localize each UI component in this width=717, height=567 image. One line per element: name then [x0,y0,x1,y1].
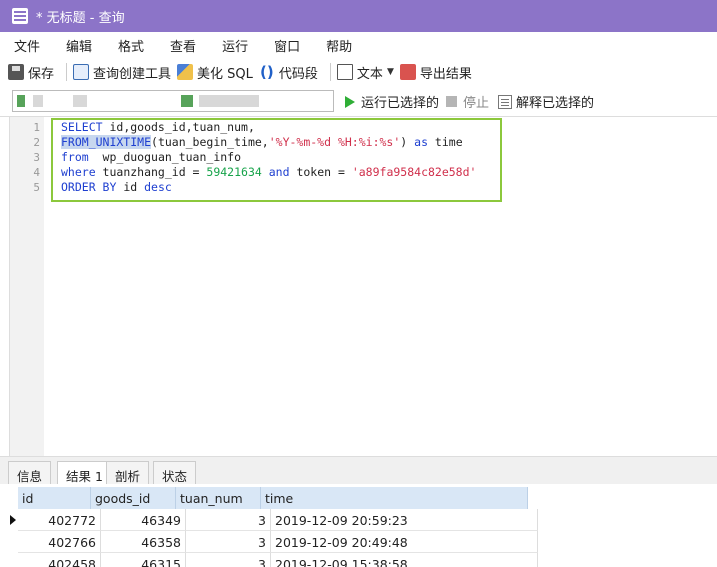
tab-result-1[interactable]: 结果 1 [57,461,112,486]
grid-header: id goods_id tuan_num time [18,487,528,509]
connection-icon [17,95,25,107]
play-icon [345,95,355,108]
line-number: 1 [33,121,40,134]
run-selected-label: 运行已选择的 [361,96,440,111]
table-row[interactable]: 402766 46358 3 2019-12-09 20:49:48 [8,531,538,553]
menu-bar: 文件 编辑 格式 查看 运行 窗口 帮助 [0,32,717,58]
redacted-block [33,95,43,107]
code-highlight-box [51,118,502,202]
line-number: 3 [33,151,40,164]
run-selected-button[interactable]: 运行已选择的 [345,92,439,111]
menu-edit[interactable]: 编辑 [56,36,102,55]
toolbar-separator [66,63,68,81]
table-row[interactable]: 402458 46315 3 2019-12-09 15:38:58 [8,553,538,567]
stop-label: 停止 [463,96,490,111]
cell-tuan-num[interactable]: 3 [186,531,271,553]
title-bar: * 无标题 - 查询 [0,0,717,32]
cell-time[interactable]: 2019-12-09 20:59:23 [271,509,538,531]
query-builder-button[interactable]: 查询创建工具 [73,63,171,82]
current-row-icon [10,515,16,525]
app-icon [12,8,28,24]
cell-goods-id[interactable]: 46358 [101,531,186,553]
result-tabs: 信息 结果 1 剖析 状态 [0,456,717,486]
column-header-goods-id[interactable]: goods_id [91,487,176,509]
save-icon [8,64,24,80]
column-header-tuan-num[interactable]: tuan_num [176,487,261,509]
row-marker [8,509,18,531]
cell-time[interactable]: 2019-12-09 15:38:58 [271,553,538,567]
explain-selected-label: 解释已选择的 [516,96,595,111]
text-button[interactable]: 文本 ▼ [336,63,394,82]
export-results-button[interactable]: 导出结果 [399,63,472,82]
save-button[interactable]: 保存 [8,63,54,82]
beautify-icon [177,64,194,80]
tab-status[interactable]: 状态 [153,461,197,485]
line-number: 2 [33,136,40,149]
cell-id[interactable]: 402458 [18,553,101,567]
result-grid: id goods_id tuan_num time 402772 46349 3… [0,484,717,567]
menu-file[interactable]: 文件 [4,36,50,55]
toolbar: 保存 查询创建工具 美化 SQL () 代码段 文本 ▼ 导出结果 [0,58,717,86]
explain-selected-button[interactable]: 解释已选择的 [498,92,594,111]
database-icon [181,95,193,107]
chevron-down-icon: ▼ [386,67,394,77]
menu-help[interactable]: 帮助 [316,36,362,55]
stop-button[interactable]: 停止 [446,92,489,111]
text-icon [336,64,353,80]
line-number: 4 [33,166,40,179]
row-marker [8,553,18,567]
redacted-block [199,95,259,107]
cell-time[interactable]: 2019-12-09 20:49:48 [271,531,538,553]
menu-view[interactable]: 查看 [160,36,206,55]
connection-selector[interactable] [12,90,334,112]
stop-icon [446,96,457,107]
text-label: 文本 [356,66,383,82]
explain-icon [498,94,512,109]
cell-id[interactable]: 402772 [18,509,101,531]
redacted-block [73,95,87,107]
cell-goods-id[interactable]: 46349 [101,509,186,531]
line-number: 5 [33,181,40,194]
row-marker [8,531,18,553]
toolbar-separator [329,63,331,81]
column-header-time[interactable]: time [261,487,528,509]
export-icon [399,64,416,80]
connection-bar: 运行已选择的 停止 解释已选择的 [0,86,717,116]
cell-tuan-num[interactable]: 3 [186,509,271,531]
window-title: * 无标题 - 查询 [36,10,125,26]
query-builder-label: 查询创建工具 [93,66,172,82]
query-builder-icon [73,64,90,80]
sql-editor[interactable]: 1 2 3 4 5 SELECT id,goods_id,tuan_num, F… [0,116,717,457]
tab-profile[interactable]: 剖析 [106,461,150,485]
code-snippet-label: 代码段 [278,66,318,82]
menu-format[interactable]: 格式 [108,36,154,55]
column-header-id[interactable]: id [18,487,91,509]
code-snippet-button[interactable]: () 代码段 [259,63,318,82]
beautify-sql-button[interactable]: 美化 SQL [177,63,253,82]
cell-tuan-num[interactable]: 3 [186,553,271,567]
cell-goods-id[interactable]: 46315 [101,553,186,567]
beautify-label: 美化 SQL [197,66,253,82]
editor-left-strip [0,117,10,457]
code-snippet-icon: () [260,63,274,81]
tab-info[interactable]: 信息 [8,461,52,485]
cell-id[interactable]: 402766 [18,531,101,553]
menu-window[interactable]: 窗口 [264,36,310,55]
export-label: 导出结果 [419,66,472,82]
save-label: 保存 [28,66,55,82]
menu-run[interactable]: 运行 [212,36,258,55]
table-row[interactable]: 402772 46349 3 2019-12-09 20:59:23 [8,509,538,531]
